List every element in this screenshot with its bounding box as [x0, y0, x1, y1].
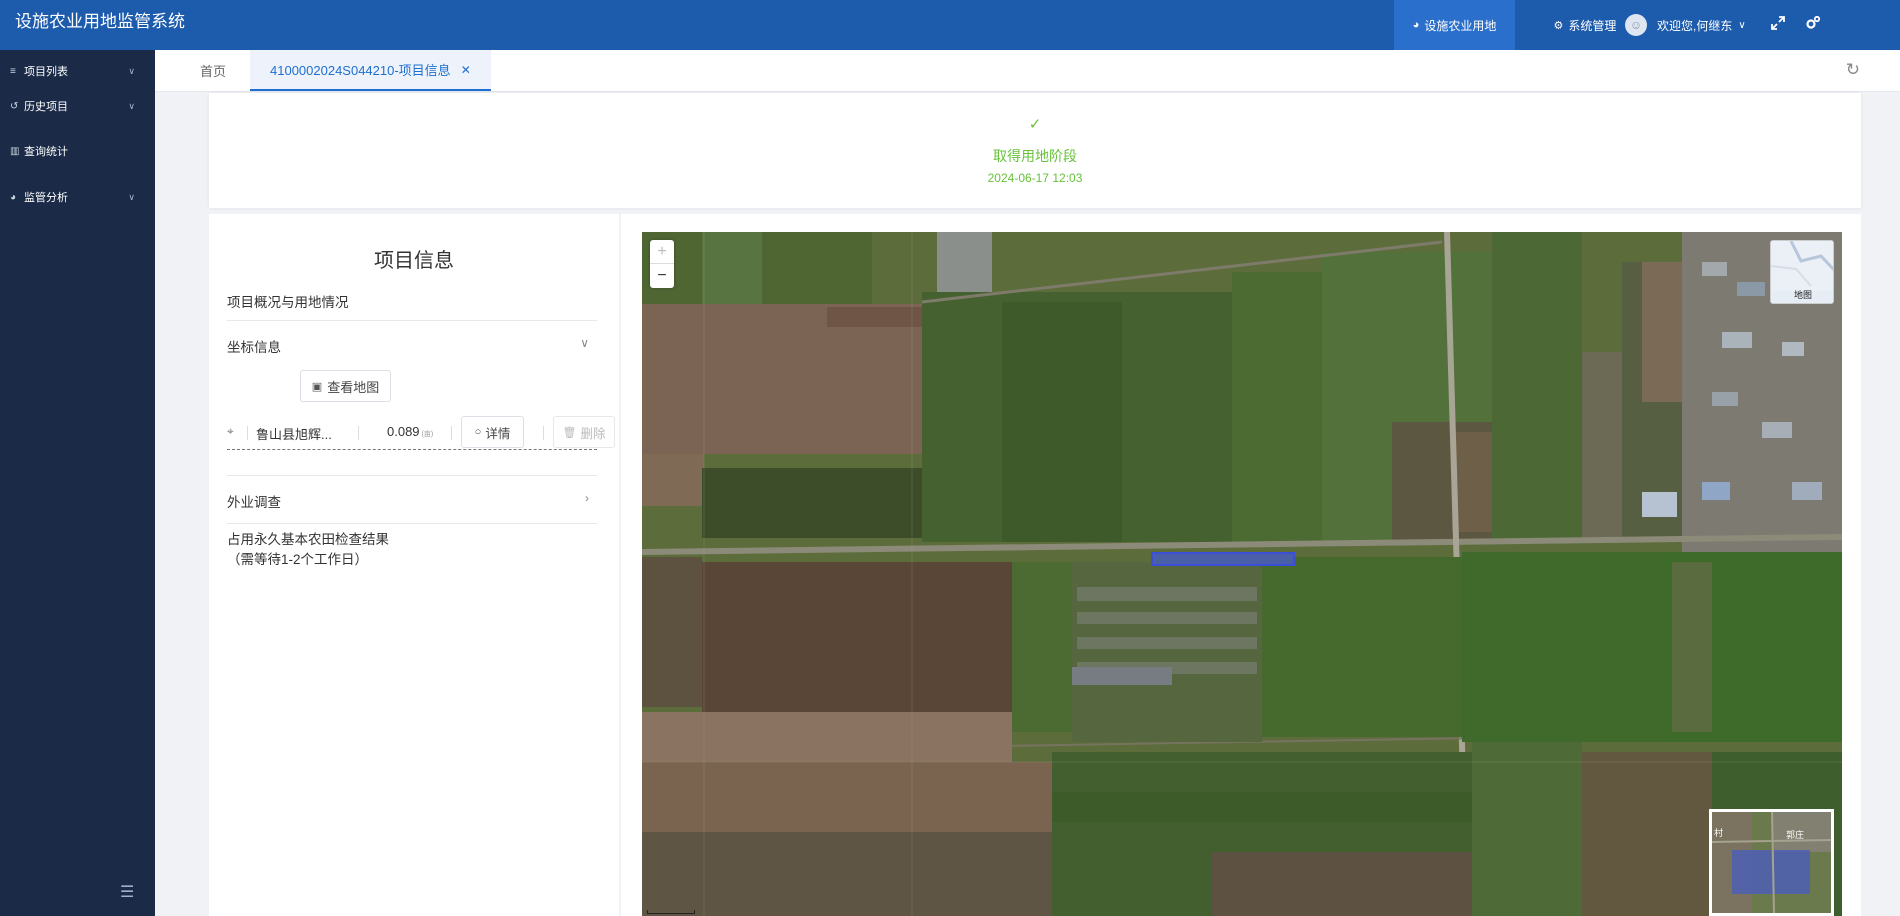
sidebar-item-query-stats[interactable]: ▥ 查询统计: [0, 139, 155, 163]
detail-label: 详情: [485, 426, 511, 441]
delete-label: 删除: [580, 426, 606, 441]
divider: [227, 320, 597, 321]
nav-facility-land-label: 设施农业用地: [1424, 18, 1497, 33]
overview-imagery: [1712, 812, 1831, 913]
basemap-switcher[interactable]: 地图: [1770, 240, 1834, 304]
coord-name: 鲁山县旭辉...: [256, 427, 332, 442]
user-menu[interactable]: ☺ 欢迎您,何继东 ∨: [1625, 0, 1746, 50]
overview-map[interactable]: 村 郭庄: [1709, 809, 1834, 916]
nav-system-management[interactable]: ⚙ 系统管理: [1530, 0, 1640, 50]
bar-chart-icon: ▥: [10, 145, 20, 157]
chevron-down-icon: ∨: [128, 191, 135, 202]
basemap-thumbnail: [1771, 241, 1833, 291]
search-icon: ○: [474, 426, 482, 438]
basemap-label: 地图: [1793, 290, 1812, 300]
coord-section-header[interactable]: 坐标信息 ∨: [227, 336, 597, 356]
zoom-controls: + −: [650, 240, 674, 288]
overview-section[interactable]: 项目概况与用地情况: [227, 291, 597, 311]
app-header: 设施农业用地监管系统 ◕ 设施农业用地 ⚙ 系统管理 ☺ 欢迎您,何继东 ∨: [0, 0, 1900, 50]
view-map-label: 查看地图: [327, 379, 380, 395]
zoom-out-button[interactable]: −: [650, 264, 674, 288]
close-icon[interactable]: ✕: [461, 63, 471, 77]
sidebar-item-history[interactable]: ↺ 历史项目 ∨: [0, 94, 155, 118]
coord-area: 0.089 (亩): [387, 424, 433, 439]
farmland-check-wait: （需等待1-2个工作日）: [227, 552, 369, 567]
chevron-right-icon: ›: [585, 491, 589, 505]
history-icon: ↺: [10, 100, 19, 112]
divider: [358, 426, 359, 440]
farmland-check-result: 占用永久基本农田检查结果 （需等待1-2个工作日）: [227, 530, 389, 570]
tab-project-info[interactable]: 4100002024S044210-项目信息 ✕: [250, 50, 491, 91]
avatar: ☺: [1625, 14, 1647, 36]
coord-item: ⌖ 鲁山县旭辉... 0.089 (亩) ○ 详情 🗑 删除: [227, 416, 615, 450]
tab-home[interactable]: 首页: [200, 50, 226, 91]
detail-button[interactable]: ○ 详情: [461, 416, 524, 448]
list-icon: ≡: [10, 65, 16, 77]
divider: [227, 523, 597, 524]
sidebar-item-label: 历史项目: [24, 101, 68, 113]
stage-status-card: ✓ 取得用地阶段 2024-06-17 12:03: [209, 93, 1861, 208]
divider: [451, 426, 452, 440]
zoom-in-button[interactable]: +: [650, 240, 674, 264]
sidebar-item-project-list[interactable]: ≡ 项目列表 ∨: [0, 59, 155, 83]
divider: [543, 426, 544, 440]
settings-icon[interactable]: [1802, 12, 1824, 34]
coord-area-value: 0.089: [387, 424, 420, 439]
location-icon: ⌖: [227, 424, 234, 438]
divider: [247, 426, 248, 440]
chevron-down-icon: ∨: [128, 100, 135, 111]
user-welcome: 欢迎您,何继东: [1657, 18, 1733, 33]
view-map-button[interactable]: ▣ 查看地图: [300, 370, 391, 402]
farmland-check-label: 占用永久基本农田检查结果: [227, 532, 389, 547]
gears-icon: ⚙: [1553, 19, 1564, 32]
field-survey-label: 外业调查: [227, 495, 281, 510]
project-info-panel: 项目信息 项目概况与用地情况 坐标信息 ∨ ▣ 查看地图 ⌖ 鲁山县旭辉... …: [209, 214, 619, 916]
trash-icon: 🗑: [562, 426, 577, 439]
pie-chart-icon: ◕: [10, 191, 17, 203]
image-icon: ▣: [311, 380, 323, 393]
sidebar-item-label: 项目列表: [24, 66, 68, 78]
sidebar-item-label: 查询统计: [24, 146, 68, 158]
check-icon: ✓: [1028, 116, 1042, 133]
coord-area-unit: (亩): [421, 431, 434, 438]
chevron-down-icon: ∨: [128, 65, 135, 76]
chevron-down-icon: ∨: [580, 336, 589, 350]
delete-button[interactable]: 🗑 删除: [553, 416, 615, 448]
coord-section-label: 坐标信息: [227, 340, 281, 355]
sidebar-item-analysis[interactable]: ◕ 监管分析 ∨: [0, 185, 155, 209]
fullscreen-icon[interactable]: [1767, 12, 1789, 34]
nav-system-management-label: 系统管理: [1568, 18, 1617, 33]
field-survey-section[interactable]: 外业调查 ›: [227, 491, 597, 511]
stage-title: 取得用地阶段: [993, 148, 1077, 164]
sidebar-item-label: 监管分析: [24, 192, 68, 204]
sidebar: ≡ 项目列表 ∨ ↺ 历史项目 ∨ ▥ 查询统计 ◕ 监管分析 ∨ ☰: [0, 50, 155, 916]
app-title: 设施农业用地监管系统: [15, 12, 185, 31]
refresh-icon[interactable]: ↻: [1846, 60, 1860, 80]
divider: [227, 475, 597, 476]
nav-facility-land[interactable]: ◕ 设施农业用地: [1394, 0, 1515, 50]
satellite-map[interactable]: + − 地图 村 郭庄: [642, 232, 1842, 916]
chevron-down-icon: ∨: [1738, 19, 1746, 31]
overview-label: 郭庄: [1786, 830, 1805, 840]
satellite-imagery: [642, 232, 1842, 916]
pie-chart-icon: ◕: [1412, 19, 1420, 31]
overview-label: 村: [1714, 828, 1724, 838]
panel-title: 项目信息: [374, 250, 454, 272]
tab-project-info-label: 4100002024S044210-项目信息: [270, 63, 451, 78]
scale-bar: [647, 910, 695, 914]
map-panel: + − 地图 村 郭庄: [621, 214, 1861, 916]
tab-bar: 首页 4100002024S044210-项目信息 ✕ ↻: [155, 50, 1900, 92]
stage-time: 2024-06-17 12:03: [987, 171, 1083, 185]
menu-collapse-icon[interactable]: ☰: [120, 882, 134, 902]
